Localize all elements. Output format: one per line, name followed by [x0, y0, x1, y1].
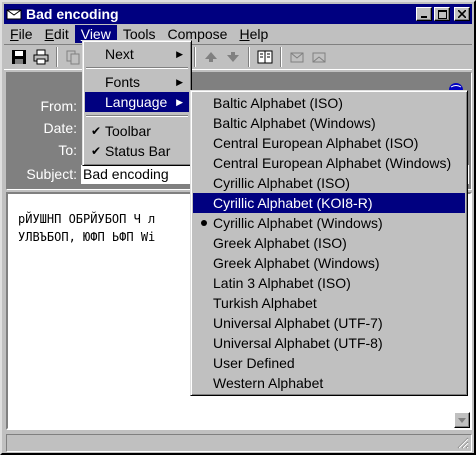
view-menu-status-bar[interactable]: ✔ Status Bar	[85, 141, 189, 161]
menu-edit[interactable]: Edit	[39, 25, 75, 43]
language-item-label: Central European Alphabet (ISO)	[213, 135, 419, 151]
view-menu-language-label: Language	[105, 94, 168, 110]
language-item[interactable]: Universal Alphabet (UTF-8)	[193, 333, 465, 353]
menu-bar: File Edit View Tools Compose Help	[4, 24, 472, 44]
window-title: Bad encoding	[26, 6, 119, 22]
view-menu-next-label: Next	[105, 46, 134, 62]
menu-help[interactable]: Help	[233, 25, 274, 43]
book-icon[interactable]	[254, 46, 276, 68]
toolbar-separator	[248, 47, 250, 67]
close-button[interactable]	[454, 7, 470, 21]
title-bar[interactable]: Bad encoding	[4, 4, 472, 24]
minimize-button[interactable]	[416, 7, 432, 21]
language-item[interactable]: User Defined	[193, 353, 465, 373]
checkmark-icon: ✔	[91, 124, 102, 138]
menu-separator	[86, 67, 188, 69]
status-bar	[6, 434, 472, 452]
language-item[interactable]: Latin 3 Alphabet (ISO)	[193, 273, 465, 293]
language-item[interactable]: Western Alphabet	[193, 373, 465, 393]
language-item[interactable]: Greek Alphabet (Windows)	[193, 253, 465, 273]
view-menu-toolbar-label: Toolbar	[105, 123, 151, 139]
language-item[interactable]: Central European Alphabet (Windows)	[193, 153, 465, 173]
language-item[interactable]: Baltic Alphabet (Windows)	[193, 113, 465, 133]
view-menu-fonts[interactable]: Fonts ▶	[85, 72, 189, 92]
language-item[interactable]: Greek Alphabet (ISO)	[193, 233, 465, 253]
submenu-arrow-icon: ▶	[176, 97, 183, 107]
language-item-label: Cyrillic Alphabet (KOI8-R)	[213, 195, 373, 211]
language-item[interactable]: Universal Alphabet (UTF-7)	[193, 313, 465, 333]
scroll-down-arrow-icon	[458, 417, 466, 423]
radio-dot-icon	[201, 220, 207, 226]
language-item-label: Latin 3 Alphabet (ISO)	[213, 275, 351, 291]
language-item-label: User Defined	[213, 355, 295, 371]
minimize-icon	[421, 16, 427, 18]
mail-app-icon	[6, 9, 22, 20]
language-item-label: Baltic Alphabet (ISO)	[213, 95, 343, 111]
subject-label: Subject:	[26, 166, 77, 182]
scroll-down-button[interactable]	[454, 412, 470, 428]
maximize-button[interactable]	[434, 7, 450, 21]
language-item-selected[interactable]: Cyrillic Alphabet (Windows)	[193, 213, 465, 233]
language-item-label: Baltic Alphabet (Windows)	[213, 115, 376, 131]
language-item-label: Turkish Alphabet	[213, 295, 317, 311]
mark-read-icon[interactable]	[286, 46, 308, 68]
language-item-highlighted[interactable]: Cyrillic Alphabet (KOI8-R)	[193, 193, 465, 213]
view-menu-toolbar[interactable]: ✔ Toolbar	[85, 121, 189, 141]
language-item[interactable]: Cyrillic Alphabet (ISO)	[193, 173, 465, 193]
view-menu-language[interactable]: Language ▶	[85, 92, 189, 112]
maximize-icon	[437, 9, 447, 19]
print-icon[interactable]	[30, 46, 52, 68]
close-icon	[458, 10, 466, 18]
toolbar-separator	[280, 47, 282, 67]
menu-file[interactable]: File	[4, 25, 39, 43]
toolbar-separator	[194, 47, 196, 67]
submenu-arrow-icon: ▶	[176, 77, 183, 87]
view-menu-next[interactable]: Next ▶	[85, 44, 189, 64]
copy-icon[interactable]	[62, 46, 84, 68]
from-label: From:	[40, 98, 77, 114]
language-item-label: Central European Alphabet (Windows)	[213, 155, 452, 171]
language-item-label: Universal Alphabet (UTF-8)	[213, 335, 383, 351]
language-item-label: Cyrillic Alphabet (ISO)	[213, 175, 350, 191]
date-label: Date:	[43, 120, 77, 136]
to-label: To:	[58, 142, 77, 158]
mark-unread-icon[interactable]	[308, 46, 330, 68]
language-item-label: Greek Alphabet (Windows)	[213, 255, 380, 271]
language-item[interactable]: Baltic Alphabet (ISO)	[193, 93, 465, 113]
view-menu-fonts-label: Fonts	[105, 74, 141, 90]
menu-separator	[86, 115, 188, 117]
submenu-arrow-icon: ▶	[176, 49, 183, 59]
view-menu-status-bar-label: Status Bar	[105, 143, 171, 159]
view-menu: Next ▶ Fonts ▶ Language ▶ ✔ Toolbar ✔ St…	[82, 40, 192, 166]
language-item-label: Western Alphabet	[213, 375, 324, 391]
save-icon[interactable]	[8, 46, 30, 68]
language-item-label: Universal Alphabet (UTF-7)	[213, 315, 383, 331]
resize-grip-icon[interactable]	[457, 437, 469, 449]
up-arrow-icon[interactable]	[200, 46, 222, 68]
toolbar-separator	[56, 47, 58, 67]
language-item[interactable]: Central European Alphabet (ISO)	[193, 133, 465, 153]
language-item-label: Greek Alphabet (ISO)	[213, 235, 347, 251]
body-line-1: рЙУШНП ОБРЙУБОП Ч л	[18, 212, 156, 226]
toolbar	[4, 44, 472, 70]
body-line-2: УЛВЪБОП, ЮФП ЬФП Wi	[18, 230, 156, 244]
language-item-label: Cyrillic Alphabet (Windows)	[213, 215, 383, 231]
down-arrow-icon[interactable]	[222, 46, 244, 68]
language-menu: Baltic Alphabet (ISO) Baltic Alphabet (W…	[190, 90, 468, 396]
checkmark-icon: ✔	[91, 144, 102, 158]
language-item[interactable]: Turkish Alphabet	[193, 293, 465, 313]
